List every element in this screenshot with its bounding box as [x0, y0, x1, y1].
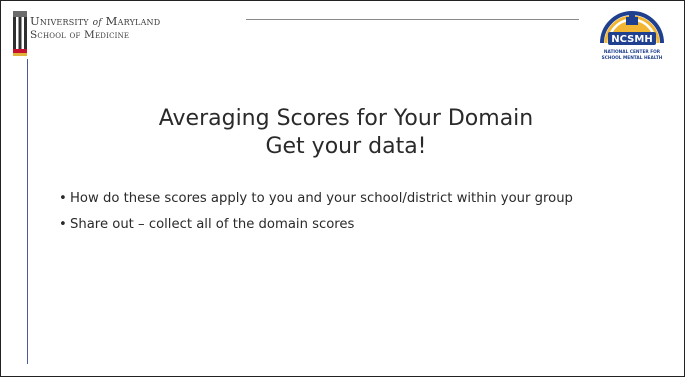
slide-header: University of Maryland School of Medicin…	[1, 1, 684, 65]
bullet-item: How do these scores apply to you and you…	[59, 190, 659, 207]
ncsmh-logo-icon: NCSMH NATIONAL CENTER FOR SCHOOL MENTAL …	[600, 11, 664, 61]
slide: University of Maryland School of Medicin…	[0, 0, 685, 377]
bullet-item: Share out – collect all of the domain sc…	[59, 216, 659, 233]
umd-line1-part1: University	[30, 14, 89, 28]
header-rule	[246, 19, 579, 20]
left-accent-line	[27, 59, 28, 364]
slide-title-line2: Get your data!	[265, 134, 427, 159]
umd-line1: University of Maryland	[30, 15, 230, 29]
umd-line1-part2: Maryland	[105, 14, 161, 28]
bullet-list: How do these scores apply to you and you…	[59, 190, 659, 242]
ncsmh-name-line2: SCHOOL MENTAL HEALTH	[602, 55, 663, 61]
ncsmh-name-line1: NATIONAL CENTER FOR	[604, 49, 661, 55]
slide-title: Averaging Scores for Your Domain Get you…	[61, 105, 631, 161]
slide-title-line1: Averaging Scores for Your Domain	[158, 106, 534, 131]
umd-line2: School of Medicine	[30, 29, 130, 41]
umd-line1-of: of	[92, 18, 102, 28]
ncsmh-abbrev: NCSMH	[611, 34, 652, 45]
umd-wordmark: University of Maryland School of Medicin…	[30, 15, 230, 41]
